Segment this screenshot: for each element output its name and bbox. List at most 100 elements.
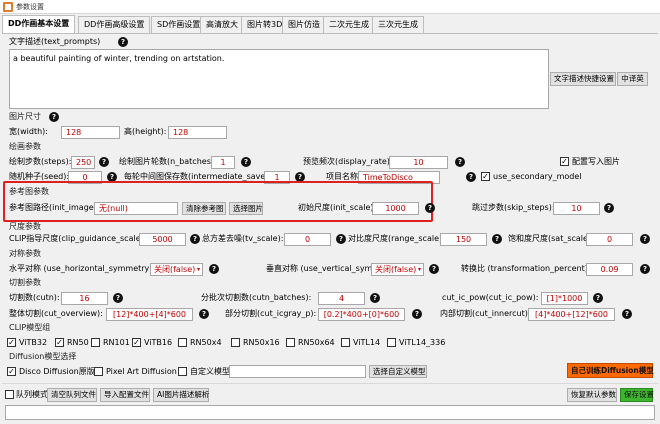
ai-description-button[interactable]: AI图片描述解析: [153, 388, 209, 402]
tab-dd-basic[interactable]: DD作画基本设置: [2, 15, 76, 34]
help-icon[interactable]: ?: [604, 203, 614, 213]
choose-image-button[interactable]: 选择图片: [229, 202, 263, 215]
height-input[interactable]: 128: [168, 126, 227, 139]
tab-dd-advanced[interactable]: DD作画高级设置: [78, 16, 151, 33]
clip-guidance-input[interactable]: 5000: [139, 233, 186, 246]
clip-rn101-checkbox[interactable]: [91, 338, 100, 347]
h-symmetry-select[interactable]: 关闭(false) ▾: [150, 263, 203, 276]
cut-ic-pow-input[interactable]: [1]*1000: [541, 292, 588, 305]
pixel-art-label: Pixel Art Diffusion: [106, 367, 177, 376]
help-icon[interactable]: ?: [49, 112, 59, 122]
clip-vitb32-checkbox[interactable]: ✓: [7, 338, 16, 347]
help-icon[interactable]: ?: [492, 234, 502, 244]
text-prompts-label: 文字描述(text_prompts): [9, 37, 101, 46]
height-label: 高(height):: [124, 127, 167, 136]
cutn-input[interactable]: 16: [61, 292, 108, 305]
help-icon[interactable]: ?: [241, 157, 251, 167]
queue-mode-checkbox[interactable]: [5, 390, 14, 399]
width-label: 宽(width):: [9, 127, 48, 136]
window-title: 参数设置: [16, 3, 44, 11]
cut-icgray-input[interactable]: [0.2]*400+[0]*600: [318, 308, 405, 321]
skip-steps-input[interactable]: 10: [553, 202, 600, 215]
clip-vitl14-checkbox[interactable]: [341, 338, 350, 347]
batches-input[interactable]: 1: [211, 156, 235, 169]
app-icon: [3, 2, 13, 12]
cutn-label: 切割数(cutn):: [9, 293, 60, 302]
help-icon[interactable]: ?: [336, 234, 346, 244]
clip-section-label: CLIP模型组: [9, 323, 51, 332]
clip-model-label: ViTL14_336: [399, 338, 446, 347]
help-icon[interactable]: ?: [209, 264, 219, 274]
prompt-quick-settings-button[interactable]: 文字描述快捷设置: [550, 72, 616, 86]
clip-model-label: RN50x64: [298, 338, 335, 347]
help-icon[interactable]: ?: [412, 309, 422, 319]
clip-rn50-checkbox[interactable]: ✓: [55, 338, 64, 347]
save-settings-button[interactable]: 保存设置: [620, 388, 654, 402]
cut-innercut-label: 内部切割(cut_innercut):: [440, 309, 531, 318]
pixel-art-checkbox[interactable]: [94, 367, 103, 376]
clip-model-label: ViTB32: [19, 338, 48, 347]
help-icon[interactable]: ?: [640, 264, 650, 274]
init-image-input[interactable]: 无(null): [94, 202, 178, 215]
display-rate-input[interactable]: 10: [389, 156, 448, 169]
steps-label: 绘制步数(steps):: [9, 157, 72, 166]
help-icon[interactable]: ?: [99, 157, 109, 167]
clip-model-label: ViTB16: [144, 338, 173, 347]
tab-divider: [2, 33, 658, 34]
tab-upscale[interactable]: 高清放大: [200, 16, 244, 33]
init-scale-input[interactable]: 1000: [372, 202, 419, 215]
text-prompts-input[interactable]: a beautiful painting of winter, trending…: [9, 49, 549, 109]
clip-vitl14-336-checkbox[interactable]: [387, 338, 396, 347]
tv-scale-label: 总方差去噪(tv_scale):: [202, 234, 284, 243]
tab-3d-gen[interactable]: 三次元生成: [372, 16, 424, 33]
tv-scale-input[interactable]: 0: [284, 233, 331, 246]
help-icon[interactable]: ?: [370, 293, 380, 303]
restore-defaults-button[interactable]: 恢复默认参数: [567, 388, 617, 402]
status-bar: [5, 405, 655, 420]
v-symmetry-select[interactable]: 关闭(false) ▾: [371, 263, 424, 276]
import-config-button[interactable]: 导入配置文件: [100, 388, 150, 402]
scale-section-label: 尺度参数: [9, 222, 41, 231]
secondary-model-checkbox[interactable]: ✓: [481, 172, 490, 181]
steps-input[interactable]: 250: [71, 156, 95, 169]
help-icon[interactable]: ?: [425, 203, 435, 213]
clip-model-label: RN50x4: [190, 338, 222, 347]
chevron-down-icon: ▾: [417, 266, 421, 273]
cut-ic-pow-label: cut_ic_pow(cut_ic_pow):: [442, 293, 539, 302]
train-diffusion-button[interactable]: 自己训练Diffusion模型: [567, 363, 654, 378]
help-icon[interactable]: ?: [113, 293, 123, 303]
choose-custom-model-button[interactable]: 选择自定义模型: [369, 365, 427, 378]
tab-sd[interactable]: SD作画设置: [151, 16, 207, 33]
custom-model-path-input[interactable]: [229, 365, 366, 378]
tab-imitate[interactable]: 图片仿造: [282, 16, 326, 33]
clip-vitb16-checkbox[interactable]: ✓: [132, 338, 141, 347]
translate-button[interactable]: 中译英: [617, 72, 648, 86]
help-icon[interactable]: ?: [593, 293, 603, 303]
transformation-input[interactable]: 0.09: [586, 263, 633, 276]
help-icon[interactable]: ?: [429, 264, 439, 274]
width-input[interactable]: 128: [61, 126, 120, 139]
write-config-checkbox[interactable]: ✓: [560, 157, 569, 166]
clip-rn50x4-checkbox[interactable]: [178, 338, 187, 347]
cutn-batches-input[interactable]: 4: [318, 292, 365, 305]
help-icon[interactable]: ?: [455, 157, 465, 167]
help-icon[interactable]: ?: [118, 37, 128, 47]
ref-section-label: 参考图参数: [9, 187, 49, 196]
help-icon[interactable]: ?: [622, 309, 632, 319]
help-icon[interactable]: ?: [466, 172, 476, 182]
clip-rn50x64-checkbox[interactable]: [286, 338, 295, 347]
help-icon[interactable]: ?: [190, 234, 200, 244]
custom-model-checkbox[interactable]: [178, 367, 187, 376]
help-icon[interactable]: ?: [640, 234, 650, 244]
cut-section-label: 切割参数: [9, 278, 41, 287]
clip-rn50x16-checkbox[interactable]: [231, 338, 240, 347]
clear-ref-button[interactable]: 清除参考图: [182, 202, 226, 215]
range-scale-input[interactable]: 150: [440, 233, 487, 246]
clear-queue-button[interactable]: 清空队列文件: [47, 388, 97, 402]
cut-overview-input[interactable]: [12]*400+[4]*600: [106, 308, 193, 321]
disco-diffusion-checkbox[interactable]: ✓: [7, 367, 16, 376]
cut-innercut-input[interactable]: [4]*400+[12]*600: [528, 308, 615, 321]
help-icon[interactable]: ?: [199, 309, 209, 319]
tab-anime[interactable]: 二次元生成: [323, 16, 375, 33]
sat-scale-input[interactable]: 0: [586, 233, 633, 246]
